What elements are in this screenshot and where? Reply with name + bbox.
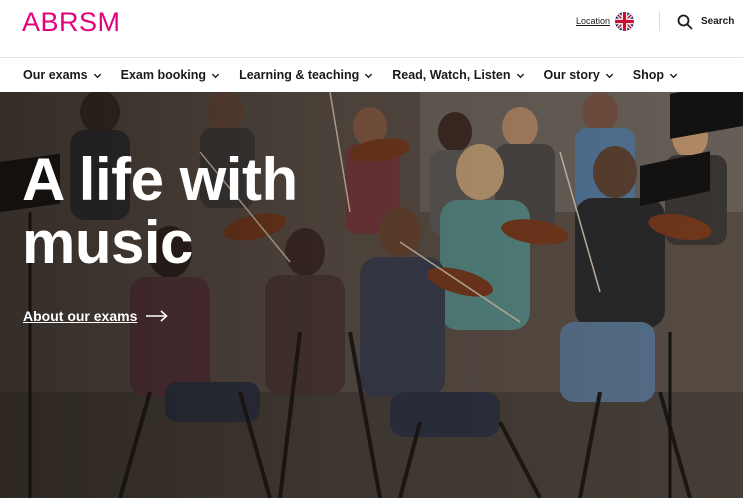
chevron-down-icon	[211, 73, 220, 78]
location-link[interactable]: Location	[576, 16, 610, 26]
headline-line-2: music	[22, 209, 193, 276]
nav-item-read-watch-listen[interactable]: Read, Watch, Listen	[392, 68, 524, 82]
nav-item-label: Shop	[632, 68, 665, 82]
search-icon[interactable]	[677, 14, 693, 30]
nav-item-label: Learning & teaching	[239, 68, 360, 82]
nav-item-exam-booking[interactable]: Exam booking	[121, 68, 220, 82]
abrsm-logo[interactable]: ABRSM	[22, 7, 121, 38]
headline-line-1: A life with	[22, 146, 298, 213]
arrow-right-icon	[146, 310, 169, 322]
about-our-exams-link[interactable]: About our exams	[23, 308, 169, 324]
nav-item-shop[interactable]: Shop	[633, 68, 678, 82]
nav-item-our-exams[interactable]: Our exams	[23, 68, 102, 82]
nav-item-our-story[interactable]: Our story	[544, 68, 614, 82]
cta-label: About our exams	[23, 308, 138, 324]
uk-flag-icon[interactable]	[615, 12, 634, 31]
nav-item-label: Exam booking	[120, 68, 207, 82]
chevron-down-icon	[605, 73, 613, 78]
nav-item-label: Our story	[543, 68, 600, 82]
nav-item-label: Our exams	[23, 68, 88, 82]
header-divider	[659, 11, 660, 31]
nav-item-label: Read, Watch, Listen	[392, 68, 511, 82]
chevron-down-icon	[516, 73, 524, 78]
chevron-down-icon	[669, 73, 678, 78]
chevron-down-icon	[365, 73, 373, 78]
chevron-down-icon	[93, 73, 101, 78]
nav-item-learning-teaching[interactable]: Learning & teaching	[239, 68, 373, 82]
hero-banner: A life with music About our exams	[0, 92, 743, 498]
hero-headline: A life with music	[22, 148, 298, 274]
search-button[interactable]: Search	[701, 16, 734, 27]
site-header: ABRSM Location Search	[0, 0, 743, 58]
main-navigation: Our exams Exam booking Learning & teachi…	[0, 58, 743, 92]
